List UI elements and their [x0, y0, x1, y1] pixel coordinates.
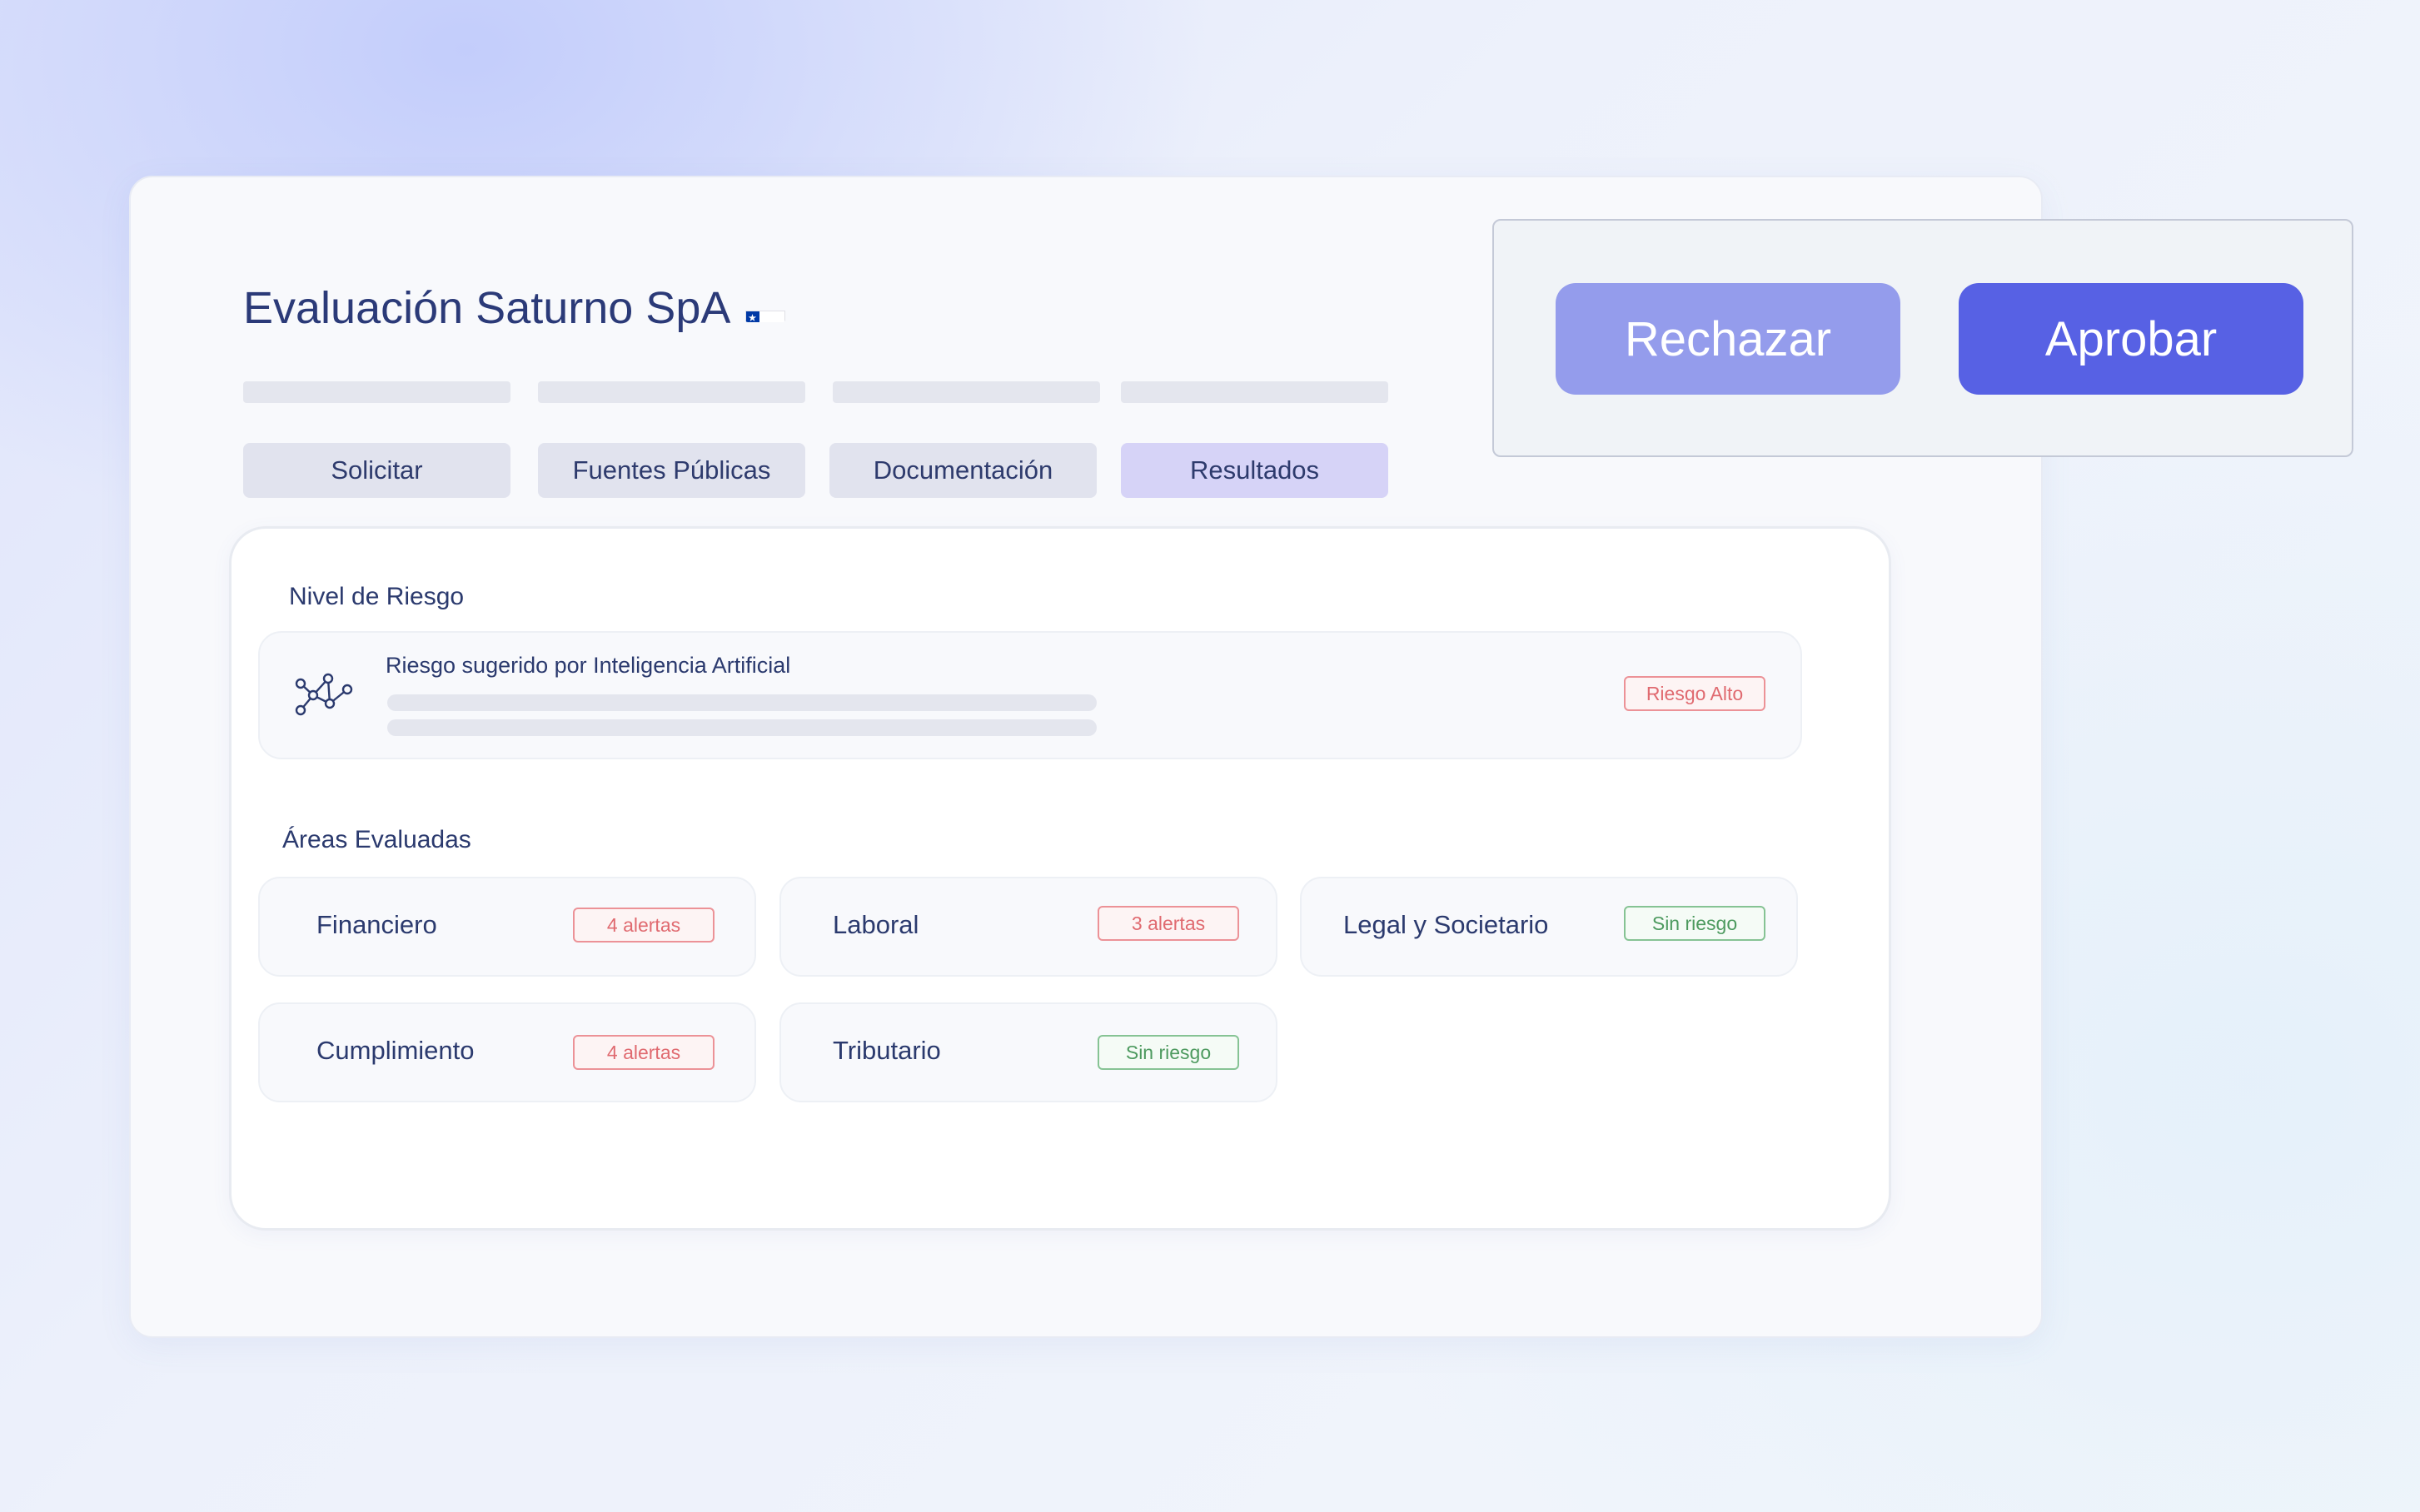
tab-documentacion[interactable]: Documentación — [829, 443, 1097, 498]
skeleton-bar — [538, 381, 805, 403]
status-badge: 4 alertas — [573, 908, 715, 943]
tab-resultados[interactable]: Resultados — [1121, 443, 1388, 498]
tab-solicitar[interactable]: Solicitar — [243, 443, 510, 498]
skeleton-bar — [387, 694, 1097, 711]
areas-section-title: Áreas Evaluadas — [282, 826, 471, 853]
approve-button[interactable]: Aprobar — [1959, 283, 2303, 395]
area-label: Financiero — [316, 910, 437, 939]
tab-fuentes-publicas[interactable]: Fuentes Públicas — [538, 443, 805, 498]
reject-button[interactable]: Rechazar — [1556, 283, 1900, 395]
area-label: Laboral — [833, 910, 919, 939]
page-title: Evaluación Saturno SpA — [243, 278, 786, 338]
skeleton-bar — [243, 381, 510, 403]
risk-ai-label: Riesgo sugerido por Inteligencia Artific… — [386, 653, 791, 678]
status-badge: 3 alertas — [1098, 906, 1239, 941]
skeleton-bar — [833, 381, 1100, 403]
chile-flag-icon — [745, 294, 786, 322]
status-badge: Sin riesgo — [1098, 1035, 1239, 1070]
page-title-text: Evaluación Saturno SpA — [243, 283, 731, 333]
status-badge: 4 alertas — [573, 1035, 715, 1070]
skeleton-bar — [387, 719, 1097, 736]
area-label: Cumplimiento — [316, 1036, 475, 1065]
area-label: Legal y Societario — [1343, 910, 1549, 939]
area-label: Tributario — [833, 1036, 941, 1065]
skeleton-bar — [1121, 381, 1388, 403]
status-badge: Sin riesgo — [1624, 906, 1765, 941]
ai-network-icon — [293, 669, 355, 719]
risk-level-badge: Riesgo Alto — [1624, 676, 1765, 711]
decision-actions-panel: Rechazar Aprobar — [1492, 219, 2353, 457]
risk-section-title: Nivel de Riesgo — [289, 583, 465, 610]
